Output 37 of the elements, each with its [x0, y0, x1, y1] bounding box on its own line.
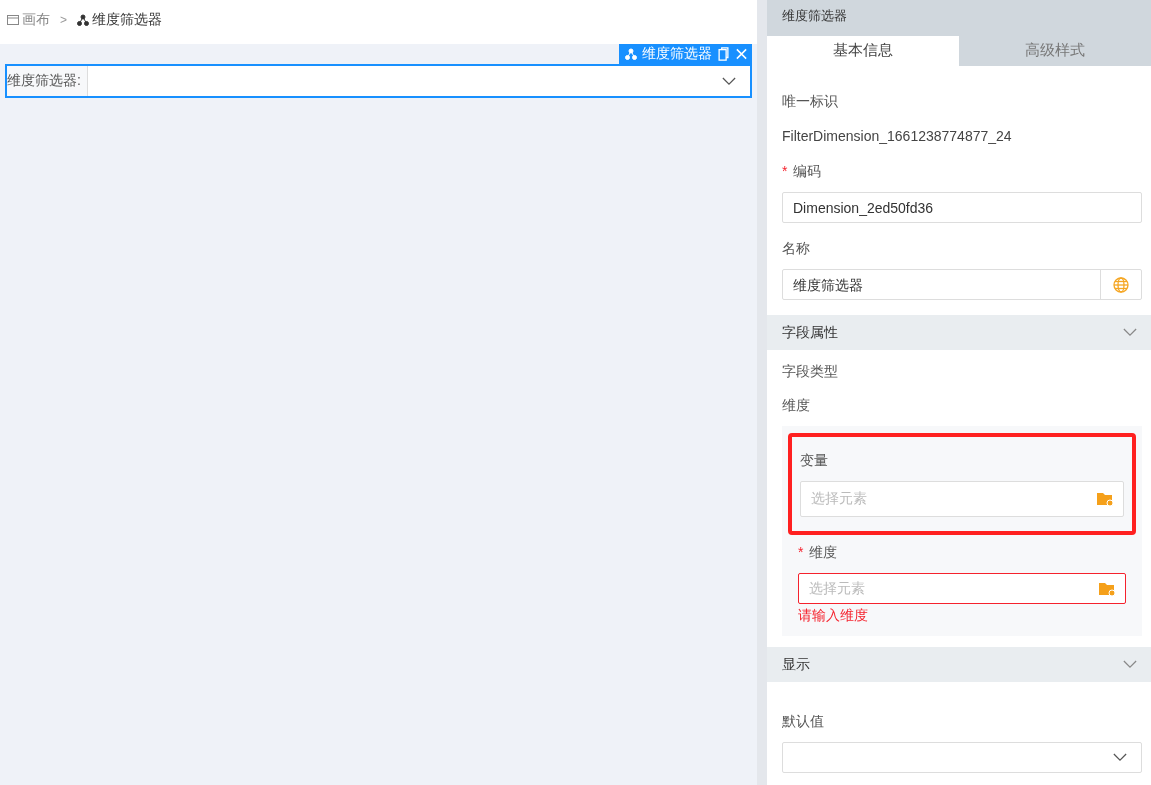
panel-title: 维度筛选器 [767, 0, 1151, 36]
field-label: * 维度 [798, 543, 839, 562]
globe-icon [1113, 276, 1129, 293]
tab[interactable]: 基本信息 [767, 36, 959, 66]
close-icon[interactable] [735, 47, 748, 61]
section-header[interactable]: 显示 [767, 647, 1151, 682]
widget-title: 维度筛选器 [642, 45, 712, 63]
field-label: * 编码 [782, 162, 823, 181]
field-label: 变量 [800, 451, 829, 470]
field-label: 名称 [782, 239, 811, 258]
field-value: 维度 [782, 396, 811, 415]
chevron-down-icon [1113, 753, 1127, 762]
field-label: 默认值 [782, 712, 825, 731]
copy-icon[interactable] [717, 47, 730, 61]
chevron-down-icon [1123, 660, 1137, 669]
window-icon [7, 14, 19, 26]
widget-label: 维度筛选器: [7, 66, 88, 96]
nodes-icon [625, 48, 637, 60]
folder-icon[interactable] [1097, 492, 1113, 506]
field-label: 字段类型 [782, 362, 839, 381]
chevron-down-icon [722, 76, 736, 86]
section-header[interactable]: 字段属性 [767, 315, 1151, 350]
input-field[interactable]: 维度筛选器 [782, 269, 1142, 300]
folder-icon[interactable] [1099, 581, 1115, 596]
error-message: 请输入维度 [798, 606, 869, 625]
field-label: 唯一标识 [782, 92, 839, 111]
section-title: 字段属性 [782, 323, 838, 342]
dropdown-field[interactable] [782, 742, 1142, 773]
breadcrumb-separator: > [60, 13, 67, 27]
nodes-icon [77, 14, 89, 26]
section-title: 显示 [782, 655, 810, 674]
chevron-down-icon [1123, 328, 1137, 337]
input-field[interactable]: Dimension_2ed50fd36 [782, 192, 1142, 223]
breadcrumb-item[interactable]: 维度筛选器 [77, 11, 162, 29]
field-value: FilterDimension_1661238774877_24 [782, 127, 1013, 146]
filter-widget[interactable]: 维度筛选器: [5, 64, 752, 98]
breadcrumb-item[interactable]: 画布 [7, 11, 50, 29]
